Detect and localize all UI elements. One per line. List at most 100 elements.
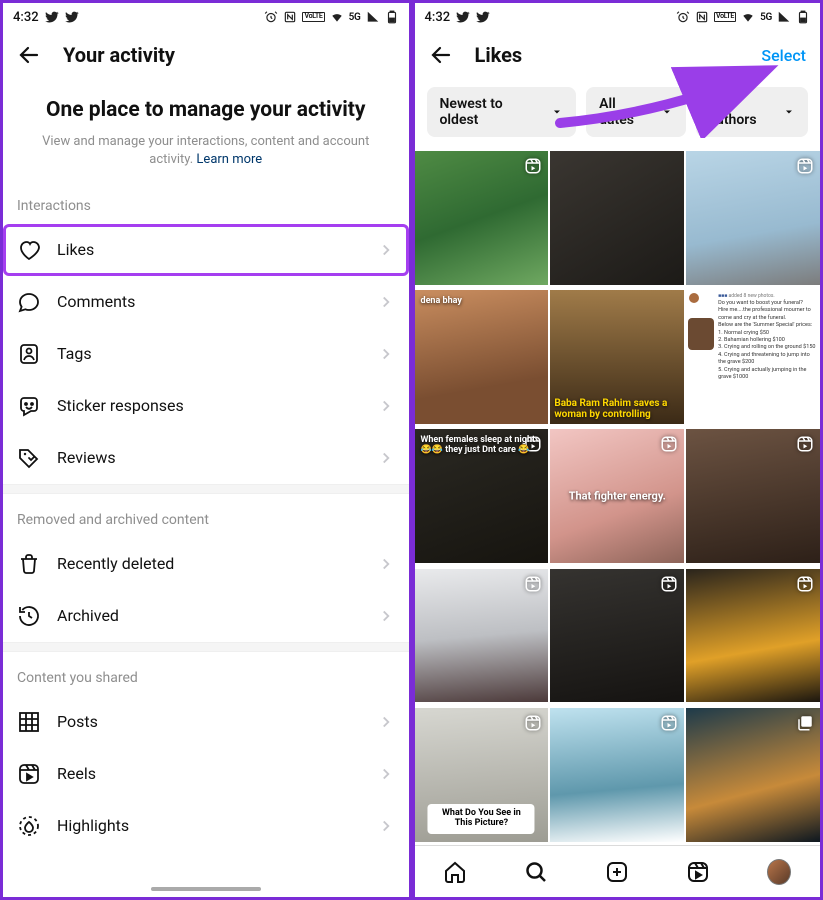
liked-tile[interactable]: That fighter energy. bbox=[550, 429, 684, 563]
phone-right-likes: 4:32 VoLTE 5G Likes Select Newest to old… bbox=[412, 0, 823, 900]
reel-icon bbox=[660, 435, 678, 453]
nav-home-icon[interactable] bbox=[443, 860, 467, 884]
liked-tile[interactable]: When females sleep at night 😂😂 they just… bbox=[415, 429, 549, 563]
row-reels[interactable]: Reels bbox=[3, 748, 409, 800]
back-icon[interactable] bbox=[429, 43, 453, 67]
liked-tile[interactable] bbox=[686, 429, 820, 563]
liked-tile[interactable] bbox=[550, 569, 684, 703]
status-time: 4:32 bbox=[425, 10, 451, 25]
twitter-icon bbox=[476, 10, 490, 24]
liked-tile[interactable] bbox=[550, 708, 684, 842]
row-tags[interactable]: Tags bbox=[3, 328, 409, 380]
liked-tile[interactable]: Baba Ram Rahim saves a woman by controll… bbox=[550, 290, 684, 424]
row-label: Comments bbox=[57, 292, 135, 311]
liked-tile[interactable] bbox=[415, 569, 549, 703]
network-label: 5G bbox=[349, 12, 361, 23]
row-comments[interactable]: Comments bbox=[3, 276, 409, 328]
network-label: 5G bbox=[760, 12, 772, 23]
nfc-icon bbox=[283, 10, 297, 24]
liked-tile[interactable] bbox=[686, 569, 820, 703]
liked-tile[interactable] bbox=[686, 708, 820, 842]
tile-overlay-text: That fighter energy. bbox=[557, 490, 677, 503]
intro-block: One place to manage your activity View a… bbox=[3, 79, 409, 180]
section-label-interactions: Interactions bbox=[3, 180, 409, 224]
learn-more-link[interactable]: Learn more bbox=[196, 152, 262, 167]
filter-label: All authors bbox=[709, 96, 777, 128]
heart-icon bbox=[17, 238, 41, 262]
grid-icon bbox=[17, 710, 41, 734]
reel-icon bbox=[524, 157, 542, 175]
liked-tile[interactable] bbox=[550, 151, 684, 285]
alarm-icon bbox=[676, 10, 690, 24]
chevron-right-icon bbox=[377, 817, 395, 835]
liked-tile[interactable]: ■■■ added 8 new photos.Do you want to bo… bbox=[686, 290, 820, 424]
filter-dates[interactable]: All dates bbox=[586, 87, 685, 137]
section-label-removed: Removed and archived content bbox=[3, 494, 409, 538]
filter-bar: Newest to oldest All dates All authors bbox=[415, 79, 821, 151]
chevron-right-icon bbox=[377, 241, 395, 259]
chevron-down-icon bbox=[661, 106, 673, 118]
tile-meme-content: ■■■ added 8 new photos.Do you want to bo… bbox=[686, 290, 820, 424]
chevron-right-icon bbox=[377, 765, 395, 783]
back-icon[interactable] bbox=[17, 43, 41, 67]
select-button[interactable]: Select bbox=[761, 46, 806, 65]
row-likes[interactable]: Likes bbox=[3, 224, 409, 276]
chevron-right-icon bbox=[377, 607, 395, 625]
wifi-icon bbox=[741, 10, 755, 24]
twitter-icon bbox=[456, 10, 470, 24]
reel-icon bbox=[660, 575, 678, 593]
row-posts[interactable]: Posts bbox=[3, 696, 409, 748]
phone-left-your-activity: 4:32 VoLTE 5G Your activity One place to… bbox=[0, 0, 412, 900]
volte-label: VoLTE bbox=[302, 12, 324, 22]
reel-icon bbox=[796, 157, 814, 175]
filter-sort[interactable]: Newest to oldest bbox=[427, 87, 577, 137]
header-likes: Likes Select bbox=[415, 31, 821, 79]
section-label-shared: Content you shared bbox=[3, 652, 409, 696]
sticker-icon bbox=[17, 394, 41, 418]
row-reviews[interactable]: Reviews bbox=[3, 432, 409, 484]
chevron-right-icon bbox=[377, 397, 395, 415]
row-label: Reviews bbox=[57, 448, 116, 467]
nav-create-icon[interactable] bbox=[605, 860, 629, 884]
row-label: Reels bbox=[57, 764, 96, 783]
row-sticker-responses[interactable]: Sticker responses bbox=[3, 380, 409, 432]
chevron-down-icon bbox=[783, 106, 795, 118]
chevron-right-icon bbox=[377, 713, 395, 731]
alarm-icon bbox=[264, 10, 278, 24]
intro-heading: One place to manage your activity bbox=[33, 97, 379, 123]
section-divider bbox=[3, 484, 409, 494]
filter-authors[interactable]: All authors bbox=[696, 87, 808, 137]
status-bar: 4:32 VoLTE 5G bbox=[415, 3, 821, 31]
volte-label: VoLTE bbox=[714, 12, 736, 22]
chevron-right-icon bbox=[377, 449, 395, 467]
reel-icon bbox=[796, 435, 814, 453]
highlight-icon bbox=[17, 814, 41, 838]
nav-profile-avatar[interactable] bbox=[767, 860, 791, 884]
header-your-activity: Your activity bbox=[3, 31, 409, 79]
reel-icon bbox=[660, 714, 678, 732]
tile-overlay-text: dena bhay bbox=[421, 296, 462, 306]
row-highlights[interactable]: Highlights bbox=[3, 800, 409, 852]
bottom-nav bbox=[415, 845, 821, 897]
nav-search-icon[interactable] bbox=[524, 860, 548, 884]
liked-tile[interactable]: dena bhay bbox=[415, 290, 549, 424]
chevron-right-icon bbox=[377, 345, 395, 363]
review-icon bbox=[17, 446, 41, 470]
battery-icon bbox=[385, 10, 399, 24]
status-time: 4:32 bbox=[13, 10, 39, 25]
likes-grid: dena bhay Baba Ram Rahim saves a woman by… bbox=[415, 151, 821, 845]
liked-tile[interactable] bbox=[415, 151, 549, 285]
row-archived[interactable]: Archived bbox=[3, 590, 409, 642]
liked-tile[interactable] bbox=[686, 151, 820, 285]
section-divider bbox=[3, 642, 409, 652]
archive-icon bbox=[17, 604, 41, 628]
tag-icon bbox=[17, 342, 41, 366]
reel-icon bbox=[524, 575, 542, 593]
liked-tile[interactable]: What Do You See in This Picture? bbox=[415, 708, 549, 842]
row-recently-deleted[interactable]: Recently deleted bbox=[3, 538, 409, 590]
signal-icon bbox=[777, 10, 791, 24]
nav-reels-icon[interactable] bbox=[686, 860, 710, 884]
home-indicator bbox=[151, 887, 261, 891]
reels-icon bbox=[17, 762, 41, 786]
chevron-right-icon bbox=[377, 555, 395, 573]
